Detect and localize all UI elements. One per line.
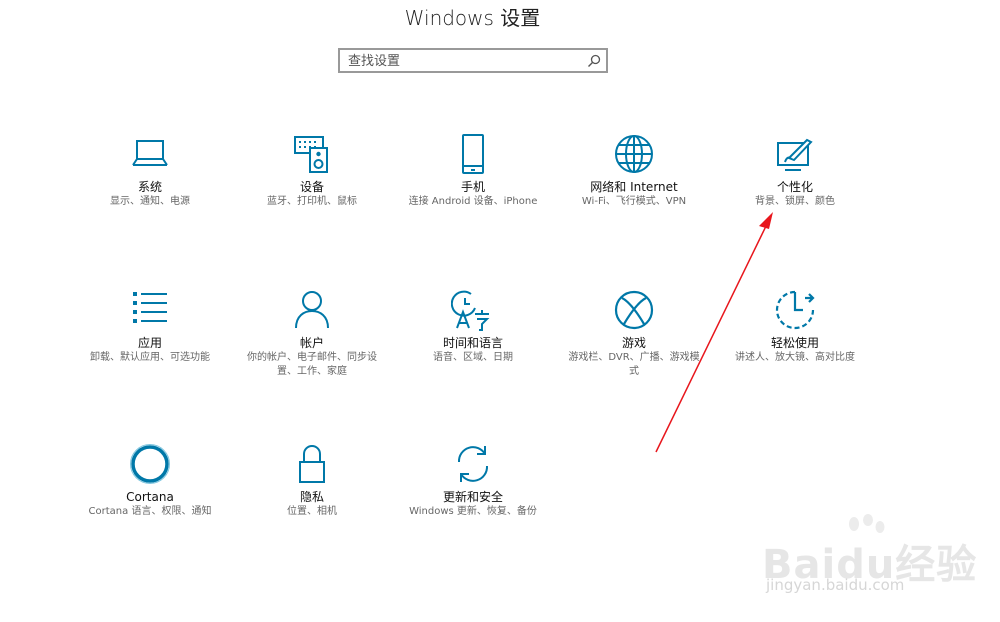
tile-desc: Cortana 语言、权限、通知 <box>88 506 212 517</box>
tile-name: 隐私 <box>299 490 324 504</box>
tile-name: 手机 <box>460 180 485 194</box>
tile-name: 更新和安全 <box>442 490 503 504</box>
paint-brush-icon <box>777 138 813 171</box>
tile-phone[interactable]: 手机 连接 Android 设备、iPhone <box>398 132 548 209</box>
page-title: Windows 设置 <box>404 6 541 30</box>
tile-gaming[interactable]: 游戏 游戏栏、DVR、广播、游戏模式 <box>559 288 709 379</box>
tile-desc: 你的帐户、电子邮件、同步设置、工作、家庭 <box>247 352 377 377</box>
tile-ease-of-access[interactable]: 轻松使用 讲述人、放大镜、高对比度 <box>720 288 870 365</box>
tile-name: 轻松使用 <box>770 336 819 350</box>
tile-name: 网络和 Internet <box>590 180 678 194</box>
tile-desc: 背景、锁屏、颜色 <box>755 196 835 207</box>
time-language-icon <box>451 290 490 331</box>
tile-desc: 显示、通知、电源 <box>110 196 190 207</box>
tile-accounts[interactable]: 帐户 你的帐户、电子邮件、同步设置、工作、家庭 <box>237 288 387 379</box>
tile-personalization[interactable]: 个性化 背景、锁屏、颜色 <box>720 132 870 209</box>
tile-update-security[interactable]: 更新和安全 Windows 更新、恢复、备份 <box>398 442 548 519</box>
globe-icon <box>615 135 653 173</box>
search-icon[interactable] <box>587 54 601 68</box>
tile-desc: 位置、相机 <box>287 506 337 517</box>
tile-name: 应用 <box>137 336 162 350</box>
tile-desc: 游戏栏、DVR、广播、游戏模式 <box>568 352 700 377</box>
tile-apps[interactable]: 应用 卸载、默认应用、可选功能 <box>75 288 225 365</box>
tile-desc: 语音、区域、日期 <box>433 352 513 363</box>
tile-devices[interactable]: 设备 蓝牙、打印机、鼠标 <box>237 132 387 209</box>
tile-network[interactable]: 网络和 Internet Wi-Fi、飞行模式、VPN <box>559 132 709 209</box>
baidu-watermark: Baidu经验 jingyan.baidu.com <box>762 514 976 610</box>
tile-desc: 蓝牙、打印机、鼠标 <box>267 196 357 207</box>
watermark-url: jingyan.baidu.com <box>766 576 905 594</box>
person-icon <box>295 291 329 329</box>
tile-name: 个性化 <box>776 180 813 194</box>
tile-desc: Windows 更新、恢复、备份 <box>409 506 537 517</box>
tile-name: 游戏 <box>621 336 646 350</box>
tile-desc: Wi-Fi、飞行模式、VPN <box>581 196 687 207</box>
sync-icon <box>457 446 489 482</box>
tile-desc: 讲述人、放大镜、高对比度 <box>735 352 855 363</box>
laptop-icon <box>132 140 168 166</box>
tile-cortana[interactable]: Cortana Cortana 语言、权限、通知 <box>75 442 225 519</box>
phone-icon <box>462 134 484 174</box>
tile-name: Cortana <box>126 490 174 504</box>
tile-desc: 连接 Android 设备、iPhone <box>408 196 538 207</box>
keyboard-speaker-icon <box>294 136 328 173</box>
apps-list-icon <box>133 292 167 323</box>
tile-system[interactable]: 系统 显示、通知、电源 <box>75 132 225 209</box>
search-box[interactable] <box>338 48 608 73</box>
tile-desc: 卸载、默认应用、可选功能 <box>90 352 210 363</box>
cortana-icon <box>130 444 170 484</box>
lock-icon <box>299 445 325 483</box>
search-input[interactable] <box>348 51 583 72</box>
tile-name: 系统 <box>137 180 162 194</box>
tile-name: 设备 <box>299 180 324 194</box>
ease-of-access-icon <box>775 290 815 330</box>
tile-privacy[interactable]: 隐私 位置、相机 <box>237 442 387 519</box>
xbox-icon <box>614 290 654 330</box>
tile-name: 时间和语言 <box>442 336 503 350</box>
tile-time-language[interactable]: 时间和语言 语音、区域、日期 <box>398 288 548 365</box>
tile-name: 帐户 <box>299 336 324 350</box>
